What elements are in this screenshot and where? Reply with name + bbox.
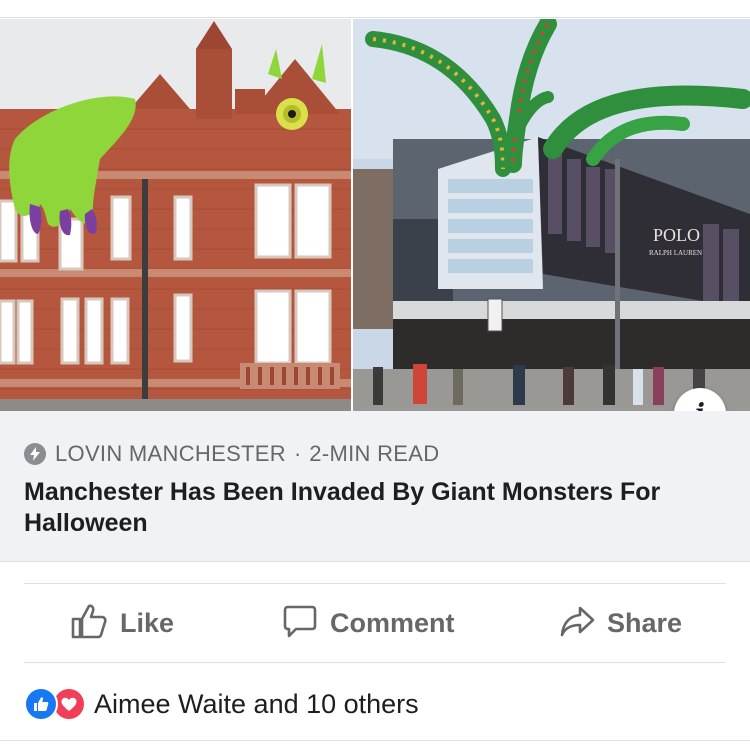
comment-bubble-icon: [282, 603, 318, 644]
share-label: Share: [607, 607, 683, 638]
like-reaction-icon: [24, 687, 58, 721]
read-time: 2-MIN READ: [309, 441, 440, 466]
billboard-logo: POLO: [653, 225, 700, 245]
source-separator: ·: [293, 441, 302, 466]
action-bar: Like Comment Share: [24, 584, 726, 662]
billboard-subtext: RALPH LAUREN: [649, 249, 702, 257]
instant-article-bolt-icon: [24, 443, 46, 465]
reactors-text[interactable]: Aimee Waite and 10 others: [94, 689, 419, 720]
post-bottom-divider: [0, 740, 750, 741]
share-arrow-icon: [559, 603, 595, 644]
image-brick-building-monster[interactable]: [0, 19, 351, 411]
comment-label: Comment: [330, 607, 455, 638]
like-label: Like: [120, 607, 175, 638]
reactions-summary[interactable]: Aimee Waite and 10 others: [24, 686, 419, 722]
like-button[interactable]: Like: [70, 584, 174, 662]
link-preview-media[interactable]: POLO RALPH LAUREN: [0, 19, 750, 411]
comment-button[interactable]: Comment: [282, 584, 455, 662]
article-headline[interactable]: Manchester Has Been Invaded By Giant Mon…: [24, 477, 724, 539]
source-name: LOVIN MANCHESTER: [55, 441, 286, 466]
thumbs-up-icon: [70, 602, 108, 645]
actions-bottom-divider: [24, 662, 726, 663]
feed-top-divider: [0, 0, 750, 18]
image-tentacles-shopping-centre[interactable]: POLO RALPH LAUREN: [353, 19, 750, 411]
link-preview-box[interactable]: LOVIN MANCHESTER · 2-MIN READ Manchester…: [0, 411, 750, 562]
source-row: LOVIN MANCHESTER · 2-MIN READ: [24, 441, 439, 467]
share-button[interactable]: Share: [559, 584, 682, 662]
